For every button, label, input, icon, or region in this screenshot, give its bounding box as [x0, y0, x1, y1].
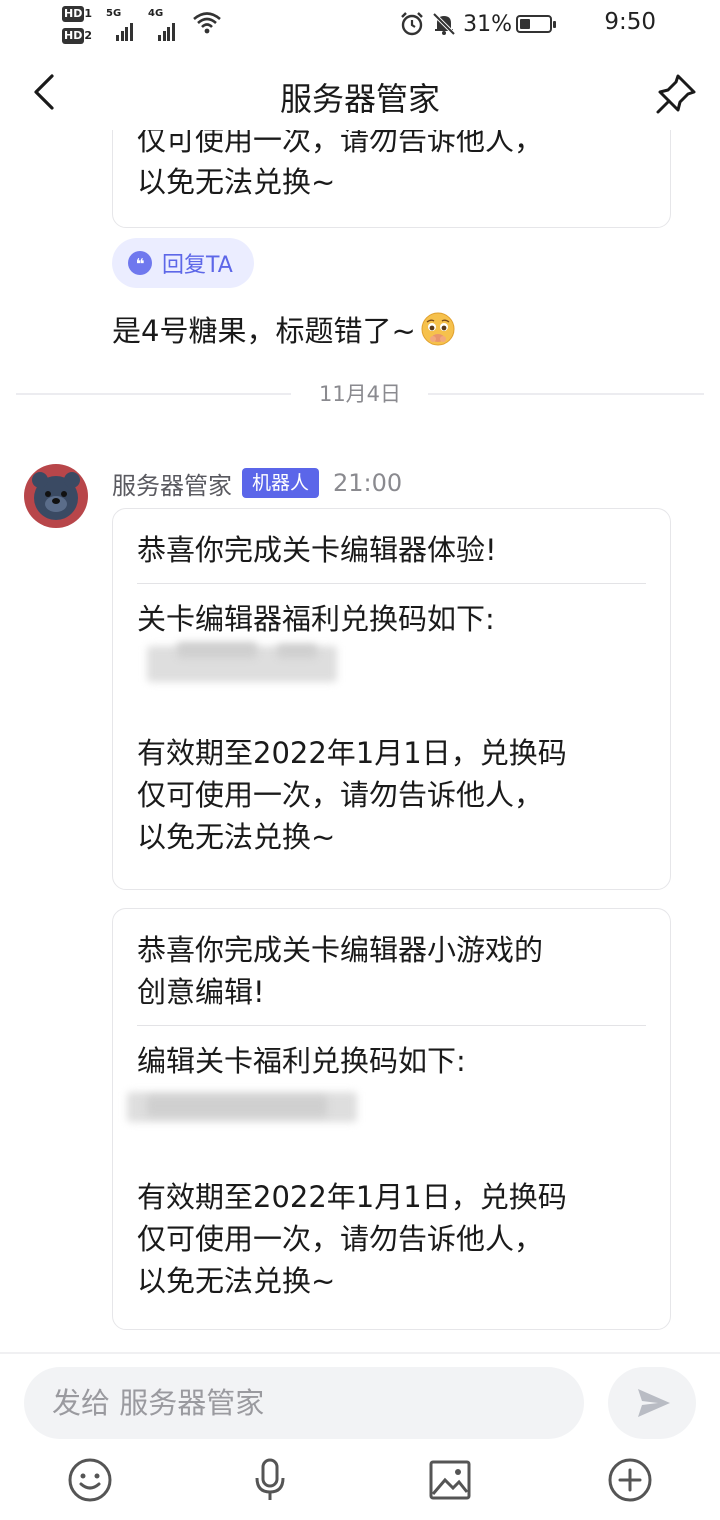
send-button[interactable] — [608, 1367, 696, 1439]
card-heading: 恭喜你完成关卡编辑器小游戏的 — [137, 933, 544, 967]
message-card: 恭喜你完成关卡编辑器体验! 关卡编辑器福利兑换码如下: 有效期至2022年1月1… — [112, 508, 671, 890]
card-divider — [137, 583, 646, 584]
previous-message-card: 仅可使用一次，请勿告诉他人， 以免无法兑换~ — [112, 130, 671, 228]
date-separator: 11月4日 — [0, 376, 720, 412]
signal-5g-icon: 5G — [106, 8, 146, 41]
validity-line: 有效期至2022年1月1日，兑换码 — [137, 736, 567, 770]
message-list[interactable]: 仅可使用一次，请勿告诉他人， 以免无法兑换~ ❝ 回复TA 是4号糖果，标题错了… — [0, 130, 720, 1352]
user-message: 是4号糖果，标题错了~ — [112, 308, 456, 350]
alarm-icon — [401, 12, 423, 36]
clock: 9:50 — [604, 9, 656, 35]
message-input[interactable]: 发给 服务器管家 — [24, 1367, 584, 1439]
card-heading: 创意编辑! — [137, 975, 265, 1009]
validity-line: 以免无法兑换~ — [137, 820, 336, 854]
card-heading: 恭喜你完成关卡编辑器体验! — [137, 533, 497, 567]
wifi-icon — [193, 12, 221, 34]
sender-name: 服务器管家 — [112, 471, 232, 500]
signal-4g-icon: 4G — [148, 8, 188, 41]
image-icon[interactable] — [426, 1456, 474, 1504]
status-bar: HD 1 HD 2 5G 4G 31% 9:50 — [0, 0, 720, 50]
message-time: 21:00 — [333, 469, 403, 497]
card-divider — [137, 1025, 646, 1026]
redacted-code — [137, 640, 646, 690]
code-label: 关卡编辑器福利兑换码如下: — [137, 602, 495, 636]
message-line: 仅可使用一次，请勿告诉他人， — [137, 130, 544, 157]
message-card: 恭喜你完成关卡编辑器小游戏的 创意编辑! 编辑关卡福利兑换码如下: 有效期至20… — [112, 908, 671, 1330]
battery-percent: 31% — [463, 11, 512, 37]
avatar[interactable] — [24, 464, 88, 528]
microphone-icon[interactable] — [246, 1456, 294, 1504]
reply-ta-button[interactable]: ❝ 回复TA — [112, 238, 254, 288]
validity-line: 以免无法兑换~ — [137, 1264, 336, 1298]
emoji-icon[interactable] — [66, 1456, 114, 1504]
sim2-indicator: HD 2 — [62, 28, 92, 44]
send-icon — [638, 1389, 670, 1417]
status-icons: 31% — [399, 8, 558, 40]
message-line: 以免无法兑换~ — [137, 165, 336, 199]
quote-icon: ❝ — [128, 251, 152, 275]
mute-bell-icon — [432, 12, 456, 36]
reply-label: 回复TA — [162, 253, 233, 278]
bear-avatar-icon — [25, 465, 87, 527]
plus-circle-icon[interactable] — [606, 1456, 654, 1504]
bot-badge: 机器人 — [242, 468, 320, 498]
pin-icon[interactable] — [652, 70, 700, 118]
validity-line: 仅可使用一次，请勿告诉他人， — [137, 778, 544, 812]
validity-line: 仅可使用一次，请勿告诉他人， — [137, 1222, 544, 1256]
pleading-face-emoji — [421, 312, 455, 346]
user-message-text: 是4号糖果，标题错了~ — [112, 314, 416, 348]
validity-line: 有效期至2022年1月1日，兑换码 — [137, 1180, 567, 1214]
sim1-indicator: HD 1 — [62, 6, 92, 22]
redacted-code — [127, 1082, 646, 1142]
chat-header: 服务器管家 — [0, 60, 720, 130]
sender-meta: 服务器管家 机器人 21:00 — [112, 466, 402, 500]
battery-icon — [516, 15, 556, 33]
composer-divider — [0, 1352, 720, 1354]
page-title: 服务器管家 — [279, 80, 440, 118]
code-label: 编辑关卡福利兑换码如下: — [137, 1044, 466, 1078]
